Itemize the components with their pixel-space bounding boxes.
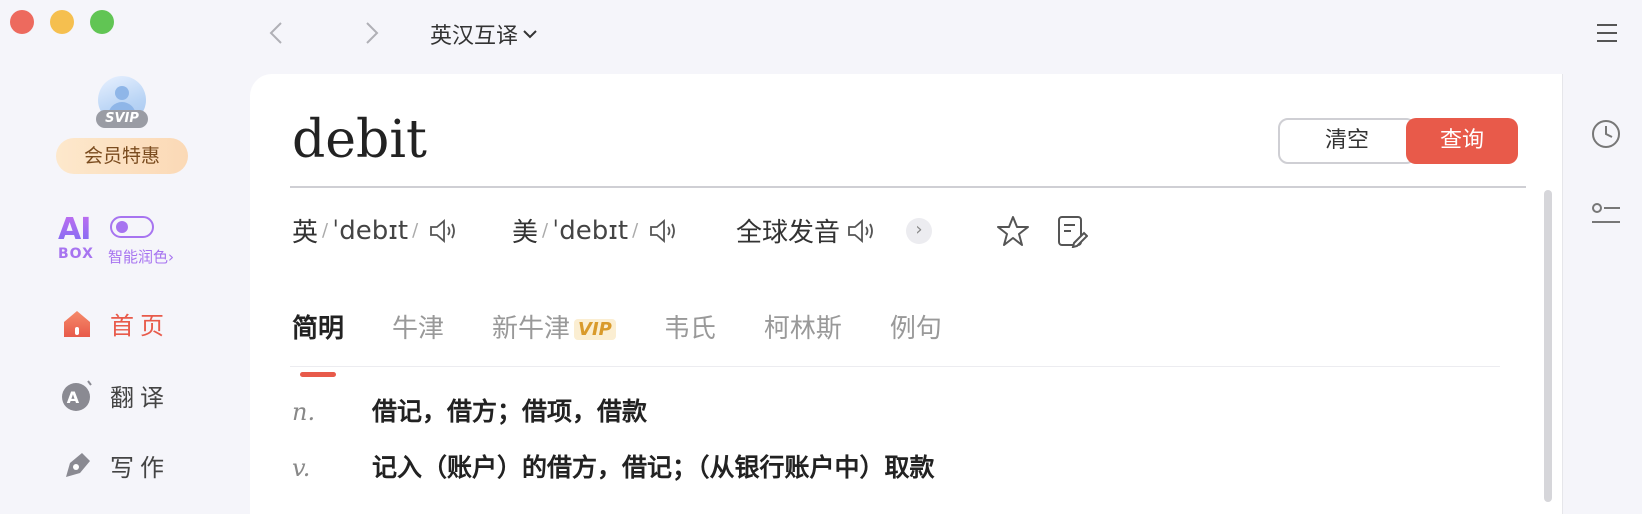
tab-examples[interactable]: 例句 bbox=[890, 308, 942, 345]
definition-row: v. 记入（账户）的借方，借记；（从银行账户中）取款 bbox=[292, 448, 935, 484]
dictionary-tabs: 简明 牛津 新牛津 VIP 韦氏 柯林斯 例句 bbox=[292, 308, 990, 377]
sidebar-item-label: 写作 bbox=[110, 454, 170, 482]
speaker-icon[interactable] bbox=[428, 218, 458, 244]
close-window-button[interactable] bbox=[10, 10, 34, 34]
global-pronunciation[interactable]: 全球发音 bbox=[736, 212, 876, 249]
svip-badge: SVIP bbox=[96, 110, 148, 128]
tab-webster[interactable]: 韦氏 bbox=[664, 308, 716, 345]
speaker-icon[interactable] bbox=[648, 218, 678, 244]
us-ipa: ˈdebɪt bbox=[552, 215, 629, 246]
mode-label: 英汉互译 bbox=[430, 24, 519, 49]
sidebar-item-write[interactable]: 写作 bbox=[60, 448, 170, 483]
chevron-right-icon[interactable]: › bbox=[906, 218, 932, 244]
word-list-icon[interactable] bbox=[1590, 200, 1622, 232]
search-underline bbox=[290, 186, 1526, 188]
uk-ipa: ˈdebɪt bbox=[332, 215, 409, 246]
tab-new-oxford[interactable]: 新牛津 VIP bbox=[492, 308, 616, 345]
global-pronunciation-label: 全球发音 bbox=[736, 218, 841, 248]
speaker-icon[interactable] bbox=[846, 218, 876, 244]
star-icon[interactable] bbox=[996, 214, 1030, 248]
member-offer-button[interactable]: 会员特惠 bbox=[56, 138, 188, 174]
definition-row: n. 借记，借方；借项，借款 bbox=[292, 392, 647, 428]
search-button[interactable]: 查询 bbox=[1406, 118, 1518, 164]
history-clock-icon[interactable] bbox=[1590, 118, 1622, 150]
mode-select[interactable]: 英汉互译 bbox=[430, 18, 538, 50]
scrollbar[interactable] bbox=[1544, 190, 1552, 502]
zoom-window-button[interactable] bbox=[90, 10, 114, 34]
part-of-speech: n. bbox=[292, 398, 316, 426]
sidebar-item-label: 首页 bbox=[110, 312, 170, 340]
minimize-window-button[interactable] bbox=[50, 10, 74, 34]
right-rail-divider bbox=[1562, 74, 1563, 514]
tab-label: 新牛津 bbox=[492, 314, 571, 344]
translate-icon: A bbox=[62, 379, 92, 411]
search-input[interactable]: debit bbox=[292, 110, 427, 170]
tabs-divider bbox=[290, 366, 1500, 367]
note-icon[interactable] bbox=[1056, 214, 1088, 248]
tab-concise[interactable]: 简明 bbox=[292, 308, 344, 377]
forward-arrow-icon[interactable] bbox=[360, 20, 382, 46]
tab-oxford[interactable]: 牛津 bbox=[392, 308, 444, 345]
part-of-speech: v. bbox=[292, 454, 311, 482]
sidebar-item-translate[interactable]: A 翻译 bbox=[60, 378, 170, 413]
ai-box-label: BOX bbox=[58, 246, 94, 262]
us-label: 美 bbox=[512, 218, 539, 248]
sidebar-item-label: 翻译 bbox=[110, 384, 170, 412]
definition-text: 借记，借方；借项，借款 bbox=[372, 397, 648, 426]
us-pronunciation: 美 / ˈdebɪt / bbox=[512, 212, 678, 249]
vip-badge: VIP bbox=[574, 319, 616, 340]
ai-box-logo: AI bbox=[58, 212, 91, 247]
home-icon bbox=[64, 310, 90, 337]
chevron-right-icon: › bbox=[168, 248, 175, 266]
sidebar-item-home[interactable]: 首页 bbox=[60, 306, 170, 341]
back-arrow-icon[interactable] bbox=[266, 20, 288, 46]
menu-icon[interactable] bbox=[1596, 22, 1618, 44]
svg-text:A: A bbox=[67, 388, 85, 407]
ai-polish-toggle[interactable] bbox=[110, 216, 154, 238]
clear-button[interactable]: 清空 bbox=[1278, 118, 1416, 164]
uk-pronunciation: 英 / ˈdebɪt / bbox=[292, 212, 458, 249]
pen-icon bbox=[66, 452, 90, 477]
smart-polish-link[interactable]: 智能润色› bbox=[108, 246, 174, 267]
tab-collins[interactable]: 柯林斯 bbox=[764, 308, 842, 345]
smart-polish-label: 智能润色 bbox=[108, 248, 169, 266]
chevron-down-icon bbox=[523, 30, 537, 39]
definition-text: 记入（账户）的借方，借记；（从银行账户中）取款 bbox=[372, 453, 935, 482]
uk-label: 英 bbox=[292, 218, 319, 248]
